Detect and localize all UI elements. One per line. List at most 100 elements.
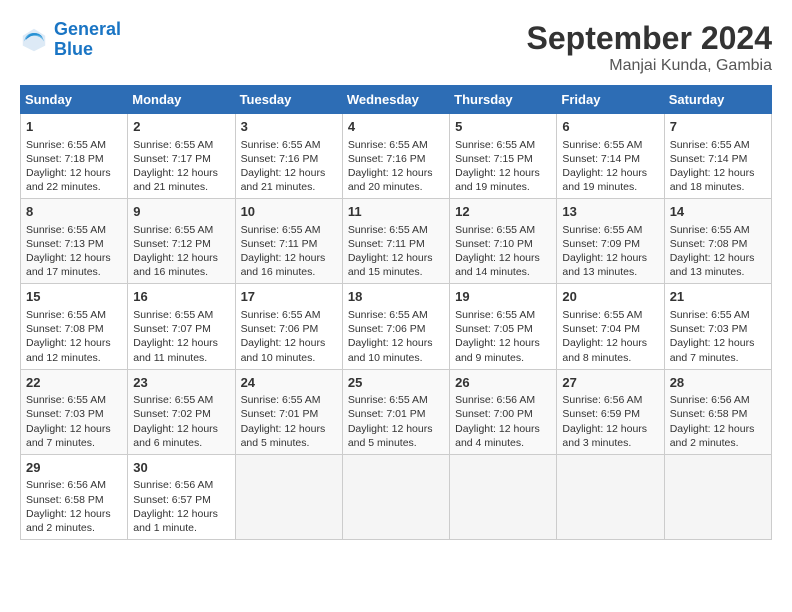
daylight-text: Daylight: 12 hours and 1 minute. bbox=[133, 507, 229, 535]
calendar-week-row: 1Sunrise: 6:55 AMSunset: 7:18 PMDaylight… bbox=[21, 114, 772, 199]
table-row: 5Sunrise: 6:55 AMSunset: 7:15 PMDaylight… bbox=[450, 114, 557, 199]
sunset-text: Sunset: 7:06 PM bbox=[241, 322, 337, 336]
sunset-text: Sunset: 7:08 PM bbox=[670, 237, 766, 251]
sunset-text: Sunset: 7:01 PM bbox=[348, 407, 444, 421]
daylight-text: Daylight: 12 hours and 3 minutes. bbox=[562, 422, 658, 450]
table-row: 27Sunrise: 6:56 AMSunset: 6:59 PMDayligh… bbox=[557, 369, 664, 454]
daylight-text: Daylight: 12 hours and 16 minutes. bbox=[133, 251, 229, 279]
table-row: 6Sunrise: 6:55 AMSunset: 7:14 PMDaylight… bbox=[557, 114, 664, 199]
day-number: 18 bbox=[348, 288, 444, 306]
calendar-title: September 2024 Manjai Kunda, Gambia bbox=[527, 20, 772, 75]
table-row: 22Sunrise: 6:55 AMSunset: 7:03 PMDayligh… bbox=[21, 369, 128, 454]
table-row: 3Sunrise: 6:55 AMSunset: 7:16 PMDaylight… bbox=[235, 114, 342, 199]
daylight-text: Daylight: 12 hours and 15 minutes. bbox=[348, 251, 444, 279]
header-sunday: Sunday bbox=[21, 86, 128, 114]
header-friday: Friday bbox=[557, 86, 664, 114]
table-row: 8Sunrise: 6:55 AMSunset: 7:13 PMDaylight… bbox=[21, 199, 128, 284]
table-row: 4Sunrise: 6:55 AMSunset: 7:16 PMDaylight… bbox=[342, 114, 449, 199]
day-number: 2 bbox=[133, 118, 229, 136]
sunrise-text: Sunrise: 6:55 AM bbox=[241, 138, 337, 152]
sunset-text: Sunset: 6:58 PM bbox=[26, 493, 122, 507]
logo-icon bbox=[20, 26, 48, 54]
table-row: 14 Sunrise: 6:55 AMSunset: 7:08 PMDayligh… bbox=[664, 199, 771, 284]
sunrise-text: Sunrise: 6:55 AM bbox=[348, 223, 444, 237]
sunset-text: Sunset: 7:12 PM bbox=[133, 237, 229, 251]
sunset-text: Sunset: 7:09 PM bbox=[562, 237, 658, 251]
day-number: 22 bbox=[26, 374, 122, 392]
sunset-text: Sunset: 7:08 PM bbox=[26, 322, 122, 336]
day-number: 20 bbox=[562, 288, 658, 306]
sunset-text: Sunset: 7:05 PM bbox=[455, 322, 551, 336]
sunrise-text: Sunrise: 6:55 AM bbox=[455, 223, 551, 237]
day-number: 26 bbox=[455, 374, 551, 392]
calendar-week-row: 29Sunrise: 6:56 AMSunset: 6:58 PMDayligh… bbox=[21, 454, 772, 539]
sunrise-text: Sunrise: 6:55 AM bbox=[133, 308, 229, 322]
day-number: 16 bbox=[133, 288, 229, 306]
day-number: 4 bbox=[348, 118, 444, 136]
day-number: 23 bbox=[133, 374, 229, 392]
day-number: 10 bbox=[241, 203, 337, 221]
table-row bbox=[664, 454, 771, 539]
daylight-text: Daylight: 12 hours and 8 minutes. bbox=[562, 336, 658, 364]
logo: General Blue bbox=[20, 20, 121, 60]
table-row: 11Sunrise: 6:55 AMSunset: 7:11 PMDayligh… bbox=[342, 199, 449, 284]
sunset-text: Sunset: 7:02 PM bbox=[133, 407, 229, 421]
daylight-text: Daylight: 12 hours and 20 minutes. bbox=[348, 166, 444, 194]
sunrise-text: Sunrise: 6:55 AM bbox=[670, 223, 766, 237]
table-row: 7Sunrise: 6:55 AMSunset: 7:14 PMDaylight… bbox=[664, 114, 771, 199]
sunset-text: Sunset: 7:18 PM bbox=[26, 152, 122, 166]
sunrise-text: Sunrise: 6:55 AM bbox=[348, 393, 444, 407]
table-row: 26Sunrise: 6:56 AMSunset: 7:00 PMDayligh… bbox=[450, 369, 557, 454]
sunset-text: Sunset: 7:13 PM bbox=[26, 237, 122, 251]
table-row: 30Sunrise: 6:56 AMSunset: 6:57 PMDayligh… bbox=[128, 454, 235, 539]
sunrise-text: Sunrise: 6:55 AM bbox=[26, 393, 122, 407]
table-row bbox=[235, 454, 342, 539]
daylight-text: Daylight: 12 hours and 12 minutes. bbox=[26, 336, 122, 364]
table-row: 18 Sunrise: 6:55 AMSunset: 7:06 PMDayligh… bbox=[342, 284, 449, 369]
day-number: 6 bbox=[562, 118, 658, 136]
header-thursday: Thursday bbox=[450, 86, 557, 114]
sunrise-text: Sunrise: 6:55 AM bbox=[133, 393, 229, 407]
day-number: 25 bbox=[348, 374, 444, 392]
table-row: 9Sunrise: 6:55 AMSunset: 7:12 PMDaylight… bbox=[128, 199, 235, 284]
daylight-text: Daylight: 12 hours and 16 minutes. bbox=[241, 251, 337, 279]
table-row bbox=[557, 454, 664, 539]
day-number: 19 bbox=[455, 288, 551, 306]
calendar-body: 1Sunrise: 6:55 AMSunset: 7:18 PMDaylight… bbox=[21, 114, 772, 540]
daylight-text: Daylight: 12 hours and 21 minutes. bbox=[241, 166, 337, 194]
daylight-text: Daylight: 12 hours and 13 minutes. bbox=[670, 251, 766, 279]
daylight-text: Daylight: 12 hours and 13 minutes. bbox=[562, 251, 658, 279]
day-number: 3 bbox=[241, 118, 337, 136]
day-number: 14 bbox=[670, 203, 766, 221]
daylight-text: Daylight: 12 hours and 10 minutes. bbox=[241, 336, 337, 364]
table-row: 15Sunrise: 6:55 AMSunset: 7:08 PMDayligh… bbox=[21, 284, 128, 369]
sunset-text: Sunset: 6:57 PM bbox=[133, 493, 229, 507]
sunrise-text: Sunrise: 6:55 AM bbox=[133, 138, 229, 152]
sunset-text: Sunset: 7:14 PM bbox=[670, 152, 766, 166]
sunset-text: Sunset: 7:03 PM bbox=[670, 322, 766, 336]
sunset-text: Sunset: 7:06 PM bbox=[348, 322, 444, 336]
daylight-text: Daylight: 12 hours and 10 minutes. bbox=[348, 336, 444, 364]
sunrise-text: Sunrise: 6:55 AM bbox=[670, 138, 766, 152]
table-row: 29Sunrise: 6:56 AMSunset: 6:58 PMDayligh… bbox=[21, 454, 128, 539]
sunrise-text: Sunrise: 6:56 AM bbox=[670, 393, 766, 407]
sunrise-text: Sunrise: 6:55 AM bbox=[241, 308, 337, 322]
table-row: 1Sunrise: 6:55 AMSunset: 7:18 PMDaylight… bbox=[21, 114, 128, 199]
table-row: 21Sunrise: 6:55 AMSunset: 7:03 PMDayligh… bbox=[664, 284, 771, 369]
calendar-week-row: 15Sunrise: 6:55 AMSunset: 7:08 PMDayligh… bbox=[21, 284, 772, 369]
day-number: 21 bbox=[670, 288, 766, 306]
day-number: 17 bbox=[241, 288, 337, 306]
sunrise-text: Sunrise: 6:55 AM bbox=[562, 308, 658, 322]
daylight-text: Daylight: 12 hours and 22 minutes. bbox=[26, 166, 122, 194]
day-number: 28 bbox=[670, 374, 766, 392]
sunset-text: Sunset: 7:14 PM bbox=[562, 152, 658, 166]
sunrise-text: Sunrise: 6:55 AM bbox=[348, 308, 444, 322]
day-number: 27 bbox=[562, 374, 658, 392]
table-row: 28Sunrise: 6:56 AMSunset: 6:58 PMDayligh… bbox=[664, 369, 771, 454]
daylight-text: Daylight: 12 hours and 21 minutes. bbox=[133, 166, 229, 194]
table-row bbox=[450, 454, 557, 539]
logo-text: General Blue bbox=[54, 20, 121, 60]
sunset-text: Sunset: 7:00 PM bbox=[455, 407, 551, 421]
sunset-text: Sunset: 6:58 PM bbox=[670, 407, 766, 421]
day-number: 12 bbox=[455, 203, 551, 221]
